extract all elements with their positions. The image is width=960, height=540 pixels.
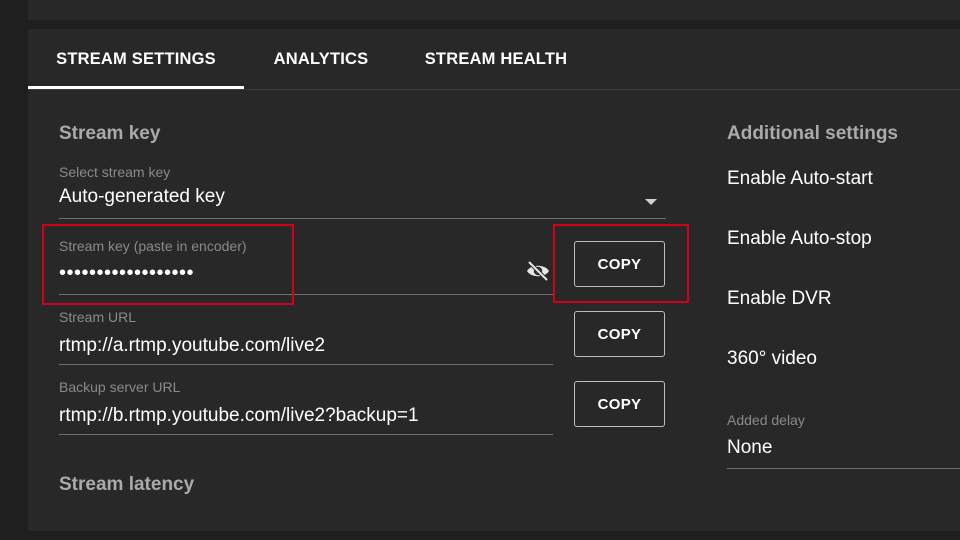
additional-settings-title: Additional settings [727,123,898,144]
tab-bar: STREAM SETTINGS ANALYTICS STREAM HEALTH [28,29,960,89]
tab-stream-settings[interactable]: STREAM SETTINGS [28,29,244,89]
setting-enable-auto-start[interactable]: Enable Auto-start [727,168,873,190]
setting-enable-dvr[interactable]: Enable DVR [727,288,832,310]
select-stream-key-value: Auto-generated key [59,186,225,207]
tabs-divider [28,89,960,90]
stream-url-label: Stream URL [59,309,137,325]
stream-url-value: rtmp://a.rtmp.youtube.com/live2 [59,335,326,356]
copy-stream-url-button[interactable]: COPY [574,311,665,357]
copy-button-highlight-box [553,224,689,303]
setting-360-video[interactable]: 360° video [727,348,817,370]
tab-analytics-label: ANALYTICS [273,50,369,68]
stream-latency-title: Stream latency [59,474,195,495]
stream-key-highlight-box [42,224,294,305]
select-underline [59,218,666,219]
added-delay-underline [727,468,960,469]
backup-url-label: Backup server URL [59,379,181,395]
setting-enable-auto-stop[interactable]: Enable Auto-stop [727,228,872,250]
added-delay-label: Added delay [727,412,805,428]
tab-stream-settings-label: STREAM SETTINGS [56,50,216,68]
copy-backup-url-button[interactable]: COPY [574,381,665,427]
tab-stream-health[interactable]: STREAM HEALTH [413,29,579,89]
chevron-down-icon[interactable] [645,199,657,205]
stream-url-underline [59,364,553,365]
tab-stream-health-label: STREAM HEALTH [424,50,568,68]
eye-off-icon[interactable] [525,260,551,282]
select-stream-key-label: Select stream key [59,164,171,180]
top-strip [28,0,960,20]
tab-analytics[interactable]: ANALYTICS [260,29,382,89]
stream-key-title: Stream key [59,123,161,144]
backup-url-underline [59,434,553,435]
added-delay-value: None [727,437,773,458]
backup-url-value: rtmp://b.rtmp.youtube.com/live2?backup=1 [59,405,419,426]
